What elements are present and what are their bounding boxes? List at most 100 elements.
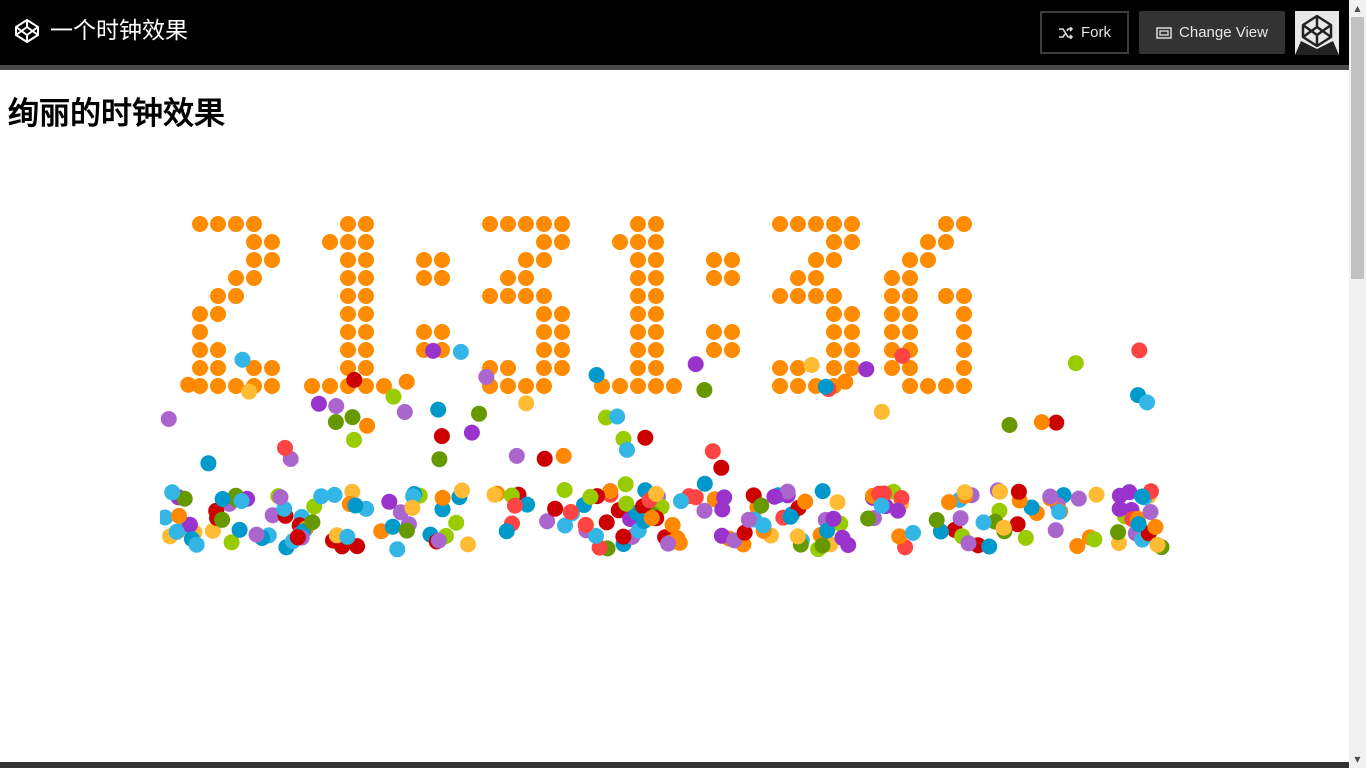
scroll-thumb[interactable]	[1351, 17, 1364, 279]
clock-dot	[536, 360, 552, 376]
bouncing-ball	[471, 405, 487, 422]
clock-dot	[228, 216, 244, 232]
clock-dot	[902, 306, 918, 322]
bouncing-ball	[814, 537, 831, 554]
bouncing-ball	[598, 514, 615, 531]
bouncing-ball	[518, 395, 535, 412]
clock-dot	[358, 216, 374, 232]
bouncing-ball	[941, 494, 957, 511]
fork-button[interactable]: Fork	[1040, 11, 1129, 54]
top-bar: 一个时钟效果 Fork Change View	[0, 0, 1349, 70]
codepen-logo-icon[interactable]	[14, 18, 40, 44]
clock-dot	[500, 216, 516, 232]
clock-dot	[358, 306, 374, 322]
bouncing-ball	[289, 529, 306, 546]
bouncing-ball	[327, 414, 344, 430]
clock-dot	[340, 342, 356, 358]
clock-dot	[434, 252, 450, 268]
clock-dot	[340, 234, 356, 250]
clock-dot	[358, 234, 374, 250]
bouncing-ball	[359, 417, 376, 434]
bouncing-ball	[673, 493, 689, 510]
clock-dot	[304, 378, 320, 394]
bouncing-ball	[894, 347, 911, 364]
clock-dot	[518, 378, 534, 394]
bouncing-ball	[637, 429, 654, 446]
clock-dot	[536, 234, 552, 250]
user-avatar[interactable]	[1295, 11, 1339, 55]
bouncing-ball	[858, 361, 875, 378]
fork-label: Fork	[1081, 24, 1111, 41]
bouncing-ball	[618, 495, 635, 512]
clock-dot	[772, 288, 788, 304]
scroll-down-icon[interactable]: ▼	[1349, 751, 1366, 768]
bouncing-ball	[891, 528, 908, 545]
clock-dot	[956, 342, 972, 358]
clock-dot	[358, 360, 374, 376]
clock-dot	[554, 234, 570, 250]
bouncing-ball	[164, 484, 181, 501]
clock-dot	[826, 252, 842, 268]
clock-dot	[358, 288, 374, 304]
bouncing-ball	[837, 373, 854, 390]
vertical-scrollbar[interactable]: ▲ ▼	[1349, 0, 1366, 768]
clock-dot	[340, 306, 356, 322]
bouncing-ball	[434, 489, 451, 506]
clock-dot	[790, 378, 806, 394]
bouncing-ball	[272, 489, 289, 506]
clock-dot	[724, 324, 740, 340]
bouncing-ball	[171, 507, 187, 524]
clock-dot	[902, 288, 918, 304]
clock-dot	[884, 306, 900, 322]
bouncing-ball	[825, 510, 842, 527]
clock-dot	[938, 234, 954, 250]
clock-dot	[536, 216, 552, 232]
bouncing-ball	[648, 485, 665, 502]
bouncing-ball	[555, 447, 572, 464]
bouncing-ball	[556, 482, 573, 498]
clock-dot	[956, 360, 972, 376]
bouncing-ball	[696, 475, 713, 492]
change-view-button[interactable]: Change View	[1139, 11, 1285, 54]
bouncing-ball	[1048, 414, 1065, 431]
bouncing-ball	[214, 491, 231, 507]
clock-canvas	[160, 216, 1170, 558]
bouncing-ball	[381, 493, 398, 510]
clock-dot	[416, 270, 432, 286]
bouncing-ball	[660, 535, 677, 552]
bouncing-ball	[1142, 504, 1159, 520]
scroll-up-icon[interactable]: ▲	[1349, 0, 1366, 17]
bouncing-ball	[304, 514, 321, 531]
clock-dot	[554, 216, 570, 232]
clock-dot	[536, 324, 552, 340]
bouncing-ball	[188, 536, 205, 553]
bouncing-ball	[814, 483, 831, 500]
bouncing-ball	[396, 404, 413, 420]
bouncing-ball	[346, 371, 363, 388]
bouncing-ball	[905, 524, 921, 541]
clock-dot	[416, 252, 432, 268]
clock-dot	[884, 360, 900, 376]
clock-dot	[500, 270, 516, 286]
clock-dot	[630, 342, 646, 358]
clock-dot	[340, 270, 356, 286]
bouncing-ball	[928, 512, 945, 528]
bouncing-ball	[1134, 488, 1151, 505]
clock-dot	[264, 252, 280, 268]
clock-dot	[192, 306, 208, 322]
bouncing-ball	[1086, 531, 1103, 548]
clock-dot	[630, 270, 646, 286]
bouncing-ball	[860, 510, 877, 527]
clock-dot	[536, 252, 552, 268]
clock-dot	[648, 342, 664, 358]
bouncing-ball	[615, 528, 632, 545]
bouncing-ball	[617, 476, 634, 493]
bouncing-ball	[1010, 483, 1027, 500]
clock-dot	[648, 234, 664, 250]
clock-dot	[826, 216, 842, 232]
brand: 一个时钟效果	[14, 16, 188, 46]
clock-dot	[884, 288, 900, 304]
clock-dot	[612, 378, 628, 394]
bouncing-ball	[1017, 529, 1034, 546]
bouncing-ball	[277, 439, 293, 456]
